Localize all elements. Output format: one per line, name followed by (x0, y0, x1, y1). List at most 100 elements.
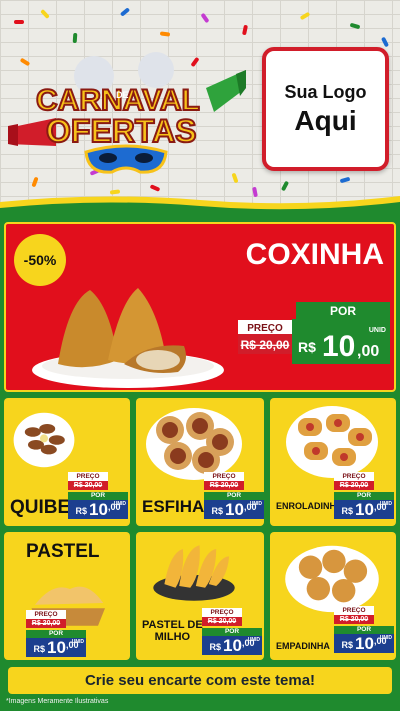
de-word: DE (116, 90, 129, 100)
price-tag: PREÇO R$ 20,00 POR R$ 10,00 UNID (334, 472, 394, 520)
carnival-de-ofertas-logo: CARNAVAL DE OFERTAS (8, 48, 246, 184)
product-card[interactable]: ESFIHA PREÇO R$ 20,00 POR R$ 10,00 UNID (136, 398, 264, 526)
preco-label: PREÇO (334, 606, 374, 615)
unit-label: UNID (113, 501, 126, 507)
product-name: ENROLADINHO (276, 501, 343, 511)
disclaimer: *Imagens Meramente Ilustrativas (6, 698, 109, 705)
product-image (153, 545, 235, 601)
por-label: POR (202, 628, 262, 636)
product-image (13, 412, 75, 468)
currency: R$ (211, 506, 224, 516)
featured-price-group: POR PREÇO R$ 20,00 R$ 10 ,00 UNID (236, 302, 392, 371)
currency: R$ (75, 506, 88, 516)
confetti-piece (14, 20, 24, 24)
new-price: R$ 10,00 UNID (26, 638, 86, 657)
price-tag: PREÇO R$ 20,00 POR R$ 10,00 UNID (26, 610, 86, 658)
new-price-int: 10 (355, 634, 374, 653)
old-price: R$ 20,00 (204, 481, 244, 490)
logo-line-2: Aqui (294, 104, 357, 136)
product-image (286, 406, 378, 478)
confetti-piece (40, 8, 50, 20)
product-name: QUIBE (10, 497, 71, 518)
ofertas-word: OFERTAS (46, 113, 197, 149)
confetti-piece (299, 11, 311, 21)
product-image (285, 545, 379, 613)
unit-label: UNID (249, 501, 262, 507)
new-price-int: 10 (355, 500, 374, 519)
product-name: PASTEL DE MILHO (142, 619, 203, 643)
product-name-line-2: MILHO (154, 630, 191, 643)
preco-label: PREÇO (26, 610, 66, 619)
old-price: R$ 20,00 (334, 615, 374, 624)
por-label: POR (330, 304, 356, 318)
old-price: R$ 20,00 (334, 481, 374, 490)
cta-banner[interactable]: Crie seu encarte com este tema! (8, 667, 392, 694)
price-tag: PREÇO R$ 20,00 POR R$ 10,00 UNID (202, 608, 262, 656)
unit-label: UNID (379, 635, 392, 641)
header-brick-wall: CARNAVAL DE OFERTAS Sua Logo Aqui (0, 0, 400, 210)
preco-label: PREÇO (68, 472, 108, 481)
product-card[interactable]: EMPADINHA PREÇO R$ 20,00 POR R$ 10,00 UNID (270, 532, 396, 660)
price-tag: PREÇO R$ 20,00 POR R$ 10,00 UNID (334, 606, 394, 654)
preco-label: PREÇO (247, 323, 283, 334)
coxinha-image (32, 288, 224, 388)
product-card[interactable]: ENROLADINHO PREÇO R$ 20,00 POR R$ 10,00 UNID (270, 398, 396, 526)
unit-label: UNID (71, 639, 84, 645)
unit-label: UNID (247, 637, 260, 643)
product-card[interactable]: QUIBE PREÇO R$ 20,00 POR R$ 10,00 UNID (4, 398, 130, 526)
currency: R$ (33, 644, 46, 654)
price-tag: PREÇO R$ 20,00 POR R$ 10,00 UNID (204, 472, 264, 520)
por-label: POR (26, 630, 86, 638)
new-price-int: 10 (47, 638, 66, 657)
confetti-piece (72, 32, 78, 44)
logo-line-1: Sua Logo (284, 81, 367, 102)
preco-label: PREÇO (202, 608, 242, 617)
new-price-int: 10 (89, 500, 108, 519)
old-price: R$ 20,00 (202, 617, 242, 626)
new-price-int: 10 (322, 330, 355, 363)
por-label: POR (204, 492, 264, 500)
new-price: R$ 10,00 UNID (202, 636, 262, 655)
currency: R$ (209, 642, 222, 652)
featured-product-name: COXINHA (245, 238, 384, 271)
confetti-piece (119, 7, 131, 17)
por-label: POR (334, 492, 394, 500)
new-price-dec: ,00 (357, 343, 379, 360)
new-price-int: 10 (225, 500, 244, 519)
product-image (146, 408, 242, 480)
unit-label: UNID (379, 501, 392, 507)
preco-label: PREÇO (204, 472, 244, 481)
store-logo-placeholder: Sua Logo Aqui (262, 47, 389, 171)
confetti-piece (200, 12, 210, 24)
product-name-line-1: PASTEL DE (142, 619, 203, 631)
new-price: R$ 10,00 UNID (204, 500, 264, 519)
carnival-mask-icon (84, 144, 168, 174)
carnival-logo-art: CARNAVAL DE OFERTAS (8, 52, 246, 174)
confetti-piece (159, 31, 171, 37)
product-name: EMPADINHA (276, 641, 330, 651)
confetti-piece (242, 24, 248, 36)
product-name: ESFIHA (142, 497, 205, 516)
party-horn-icon (206, 70, 246, 112)
confetti-piece (380, 36, 390, 48)
product-name: PASTEL (26, 541, 100, 562)
product-card[interactable]: PASTEL DE MILHO PREÇO R$ 20,00 POR R$ 10,00 UNI… (136, 532, 264, 660)
por-label: POR (68, 492, 128, 500)
confetti-piece (339, 176, 351, 184)
featured-price-tag: POR PREÇO R$ 20,00 R$ 10 ,00 UNID (238, 302, 390, 364)
unit-label: UNID (369, 327, 386, 334)
header-wave-divider (0, 196, 400, 210)
por-label: POR (334, 626, 394, 634)
currency: R$ (341, 506, 354, 516)
confetti-piece (349, 22, 361, 30)
currency: R$ (341, 640, 354, 650)
price-tag: PREÇO R$ 20,00 POR R$ 10,00 UNID (68, 472, 128, 520)
new-price: R$ 10,00 UNID (68, 500, 128, 519)
product-card[interactable]: PASTEL PREÇO R$ 20,00 POR R$ 10,00 UNID (4, 532, 130, 660)
old-price: R$ 20,00 (26, 619, 66, 628)
new-price: R$ 10,00 UNID (334, 634, 394, 653)
new-price: R$ 10,00 UNID (334, 500, 394, 519)
currency: R$ (298, 339, 316, 355)
old-price: R$ 20,00 (241, 338, 290, 352)
preco-label: PREÇO (334, 472, 374, 481)
